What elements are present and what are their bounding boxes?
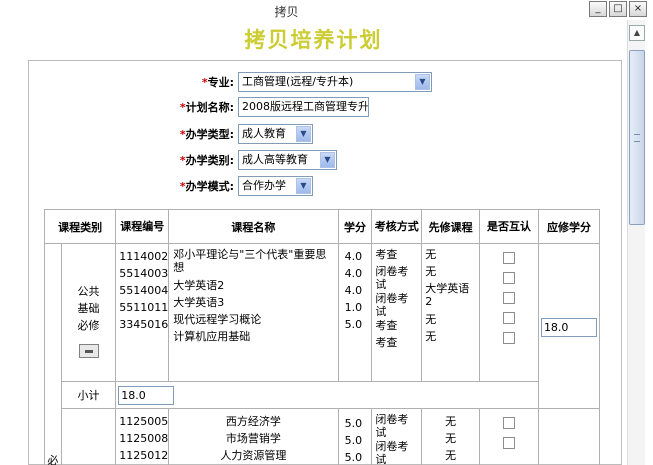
header-code: 课程编号 (115, 209, 170, 244)
major-row: *专业: 工商管理(远程/专升本) ▼ (140, 71, 432, 93)
school-mode-select[interactable]: 合作办学 ▼ (238, 176, 313, 196)
mutual-cell (479, 243, 539, 382)
header-exam: 考核方式 (371, 209, 423, 244)
window-edge (645, 20, 653, 465)
mutual-checkbox[interactable] (502, 437, 515, 449)
scroll-up-icon[interactable]: ▲ (629, 25, 645, 41)
subtotal-input[interactable]: 18.0 (118, 385, 175, 405)
window-titlebar: 拷贝 _ □ × (0, 0, 653, 20)
school-type-label: *办学类型: (179, 128, 234, 141)
subtotal-cell: 18.0 (115, 381, 539, 409)
name-cell: 邓小平理论与"三个代表"重要思想 大学英语2 大学英语3 现代远程学习概论 计算… (168, 243, 339, 382)
major-select[interactable]: 工商管理(远程/专升本) ▼ (238, 72, 432, 92)
mutual-checkbox[interactable] (502, 272, 515, 284)
chevron-down-icon[interactable]: ▼ (320, 152, 335, 168)
school-mode-label: *办学模式: (179, 180, 234, 193)
school-category-label: *办学类别: (179, 154, 234, 167)
code-cell: 1114002 5514003 5514004 5511011 3345016 (115, 243, 170, 382)
minimize-button[interactable]: _ (589, 1, 607, 17)
header-category: 课程类别 (43, 209, 117, 244)
window-title: 拷贝 (274, 5, 299, 19)
mutual-checkbox[interactable] (502, 417, 515, 429)
window-controls: _ □ × (589, 1, 647, 17)
exam-cell: 闭卷考试 闭卷考试 (371, 408, 423, 465)
vertical-scrollbar[interactable]: ▲ (627, 20, 645, 465)
school-mode-row: *办学模式: 合作办学 ▼ (140, 175, 313, 197)
table-row: 必 公共基础必修 1114002 5514003 5514004 5511011… (44, 243, 601, 465)
header-required-credit: 应修学分 (537, 209, 601, 244)
credit-cell: 5.0 5.0 5.0 (337, 408, 373, 465)
required-credit-cell (537, 408, 601, 465)
mutual-checkbox[interactable] (502, 252, 515, 264)
category-label: 公共基础必修 (77, 284, 100, 332)
mutual-cell (479, 408, 539, 465)
table-header-row: 课程类别 课程编号 课程名称 学分 考核方式 先修课程 是否互认 应修学分 (43, 209, 601, 244)
close-button[interactable]: × (629, 1, 647, 17)
header-mutual: 是否互认 (479, 209, 539, 244)
school-type-row: *办学类型: 成人教育 ▼ (140, 123, 313, 145)
header-credit: 学分 (337, 209, 373, 244)
prereq-cell: 无 无 无 (421, 408, 481, 465)
chevron-down-icon[interactable]: ▼ (415, 74, 430, 90)
required-credit-input[interactable]: 18.0 (540, 318, 597, 337)
subtotal-row: 小计 18.0 (45, 381, 600, 409)
parent-category-cell: 必 (44, 243, 62, 465)
school-category-row: *办学类别: 成人高等教育 ▼ (140, 149, 337, 171)
plan-name-label: *计划名称: (179, 101, 234, 114)
required-credit-cell: 18.0 (537, 243, 601, 409)
major-label: *专业: (201, 76, 234, 89)
category-cell: 公共基础必修 (60, 243, 117, 382)
header-prereq: 先修课程 (421, 209, 481, 244)
page-title: 拷贝培养计划 (244, 27, 383, 52)
mutual-checkbox[interactable] (502, 312, 515, 324)
category-cell (60, 408, 117, 465)
subtotal-label: 小计 (60, 381, 117, 409)
maximize-button[interactable]: □ (609, 1, 627, 17)
school-category-select[interactable]: 成人高等教育 ▼ (238, 150, 337, 170)
school-type-select[interactable]: 成人教育 ▼ (238, 124, 313, 144)
course-table: 课程类别 课程编号 课程名称 学分 考核方式 先修课程 是否互认 应修学分 必 … (43, 209, 601, 465)
scrollbar-thumb[interactable] (629, 50, 645, 225)
exam-cell: 考查 闭卷考试 闭卷考试 考查 考查 (371, 243, 423, 382)
table-row: 1125005 1125008 1125012 西方经济学 市场营销学 人力资源… (45, 408, 601, 465)
collapse-button[interactable] (78, 343, 99, 358)
plan-name-row: *计划名称: 2008版远程工商管理专升 (140, 96, 369, 118)
header-name: 课程名称 (168, 209, 339, 244)
name-cell: 西方经济学 市场营销学 人力资源管理 (168, 408, 339, 465)
chevron-down-icon[interactable]: ▼ (296, 126, 311, 142)
chevron-down-icon[interactable]: ▼ (296, 178, 311, 194)
mutual-checkbox[interactable] (502, 292, 515, 304)
code-cell: 1125005 1125008 1125012 (115, 408, 170, 465)
credit-cell: 4.0 4.0 4.0 1.0 5.0 (337, 243, 373, 382)
prereq-cell: 无 无 大学英语2 无 无 (421, 243, 481, 382)
mutual-checkbox[interactable] (502, 332, 515, 344)
parent-category-label: 必 (47, 454, 59, 465)
plan-name-input[interactable]: 2008版远程工商管理专升 (238, 97, 369, 117)
